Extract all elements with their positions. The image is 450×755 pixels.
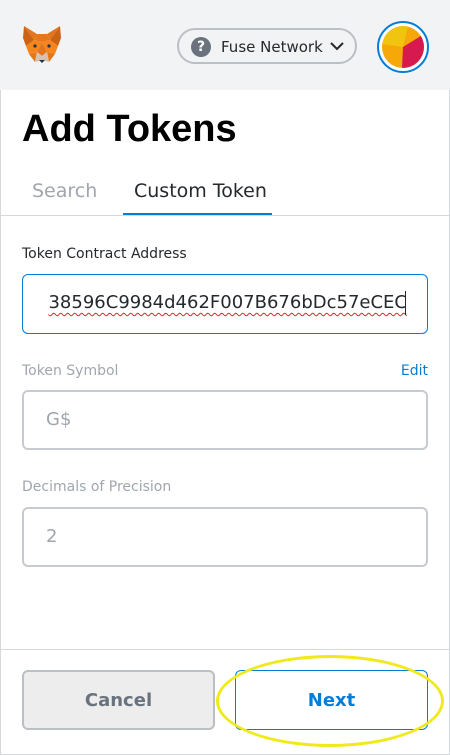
tab-custom-token[interactable]: Custom Token <box>134 180 267 202</box>
account-avatar[interactable] <box>377 21 429 73</box>
network-name: Fuse Network <box>221 38 323 56</box>
active-tab-indicator <box>123 213 272 215</box>
edit-symbol-link[interactable]: Edit <box>401 363 428 379</box>
app-header: ? Fuse Network <box>0 0 450 90</box>
token-symbol-input[interactable]: G$ <box>22 390 428 450</box>
contract-address-value: 38596C9984d462F007B676bDc57eCEC <box>48 292 407 313</box>
next-button[interactable]: Next <box>235 670 428 730</box>
account-avatar-icon <box>382 26 424 68</box>
page-title: Add Tokens <box>22 108 237 150</box>
cancel-button[interactable]: Cancel <box>22 670 215 730</box>
help-icon: ? <box>191 37 211 57</box>
text-caret <box>405 291 406 315</box>
tab-search[interactable]: Search <box>32 180 97 202</box>
metamask-fox-icon[interactable] <box>20 22 64 66</box>
decimals-value: 2 <box>46 526 58 547</box>
token-symbol-label: Token Symbol <box>22 363 119 379</box>
contract-address-input[interactable]: 38596C9984d462F007B676bDc57eCEC <box>22 274 428 334</box>
chevron-down-icon <box>330 42 344 51</box>
network-selector[interactable]: ? Fuse Network <box>177 28 357 64</box>
token-symbol-value: G$ <box>46 409 72 430</box>
decimals-input[interactable]: 2 <box>22 507 428 567</box>
decimals-label: Decimals of Precision <box>22 479 172 495</box>
footer-divider <box>0 649 450 650</box>
contract-address-label: Token Contract Address <box>22 246 187 262</box>
tab-bar: Search Custom Token <box>0 166 450 216</box>
